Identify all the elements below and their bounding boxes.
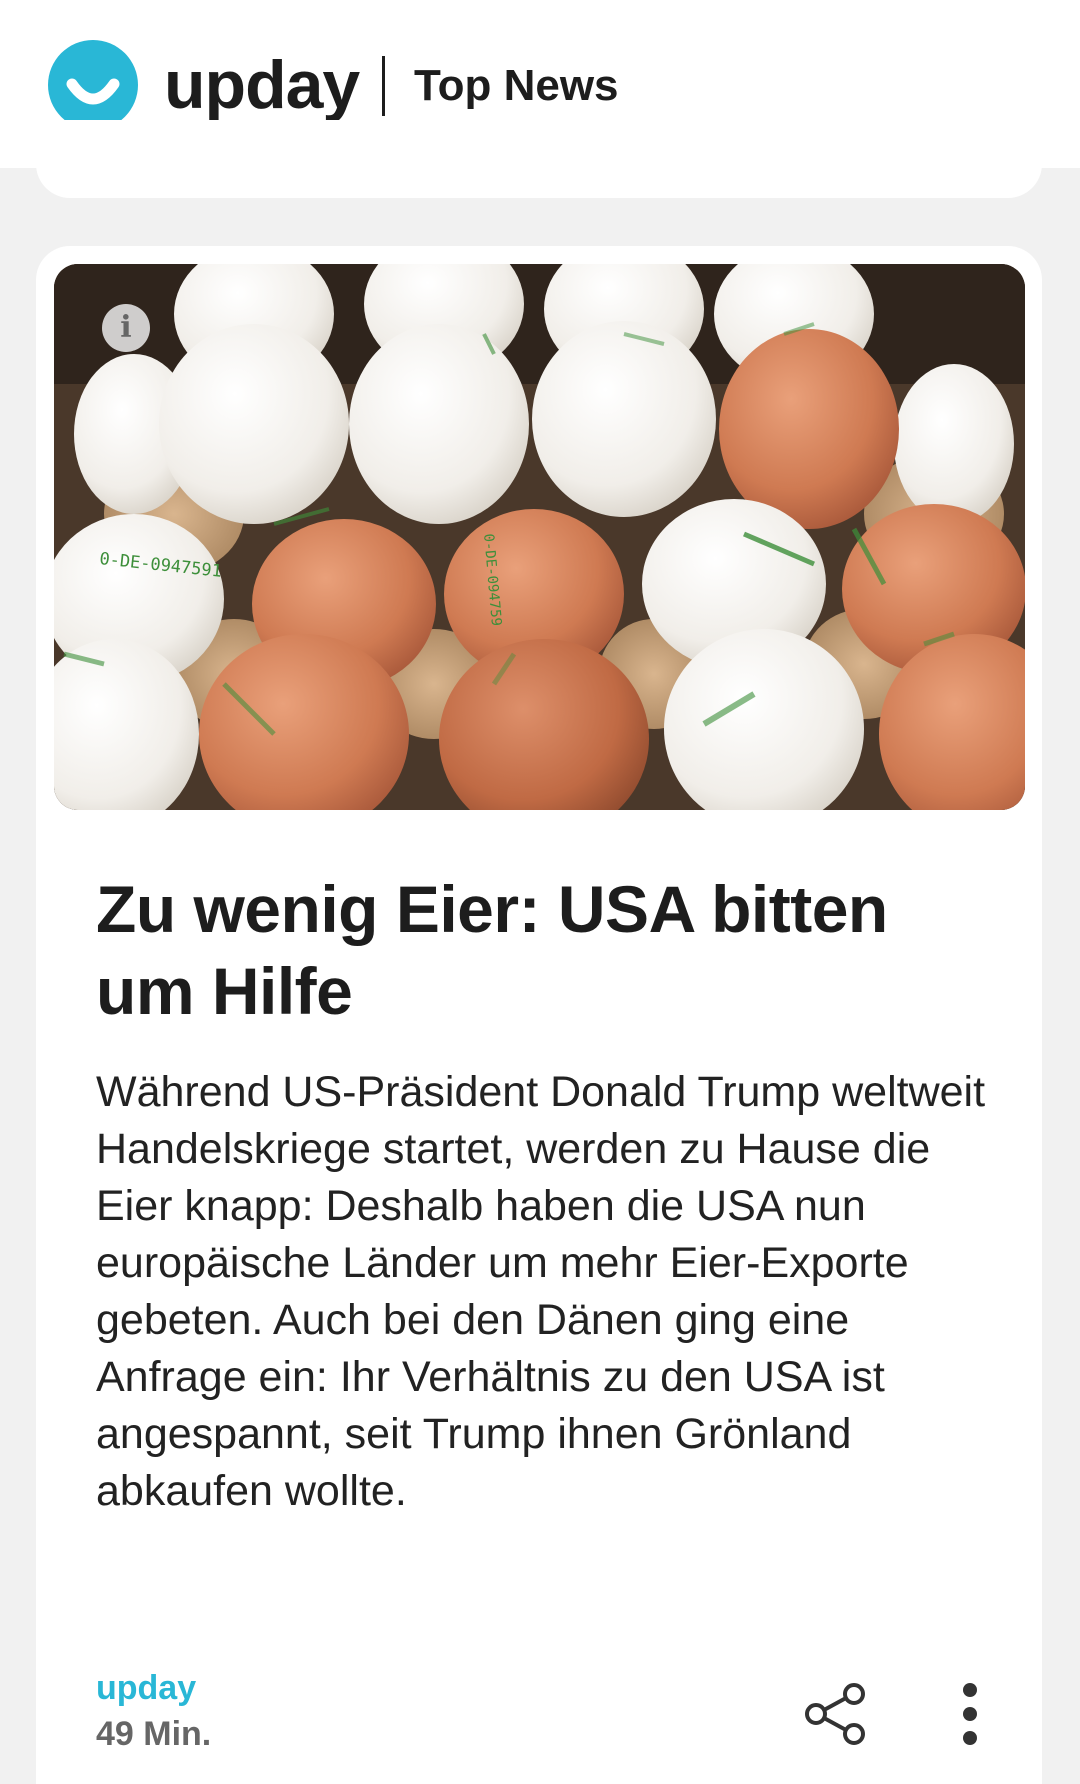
upday-logo-icon[interactable] <box>48 40 138 130</box>
app-screen: upday Top News 0-DE-0947591 0-DE-094759 … <box>0 0 1080 1784</box>
header-divider <box>382 56 385 116</box>
article-card[interactable]: 0-DE-0947591 0-DE-094759 i Zu wenig Eier… <box>36 246 1042 1784</box>
info-icon[interactable]: i <box>102 304 150 352</box>
more-vertical-icon <box>963 1683 977 1745</box>
article-time: 49 Min. <box>96 1715 212 1753</box>
brand-name: upday <box>164 47 360 123</box>
share-button[interactable] <box>798 1676 874 1752</box>
article-headline[interactable]: Zu wenig Eier: USA bitten um Hilfe <box>96 868 996 1032</box>
previous-card-edge[interactable] <box>36 120 1042 198</box>
more-options-button[interactable] <box>940 1676 1000 1752</box>
share-icon <box>805 1683 865 1745</box>
section-title[interactable]: Top News <box>414 56 619 116</box>
article-teaser[interactable]: Während US-Präsident Donald Trump weltwe… <box>96 1064 996 1520</box>
article-image[interactable]: 0-DE-0947591 0-DE-094759 i <box>54 264 1025 810</box>
article-source[interactable]: upday <box>96 1666 196 1710</box>
